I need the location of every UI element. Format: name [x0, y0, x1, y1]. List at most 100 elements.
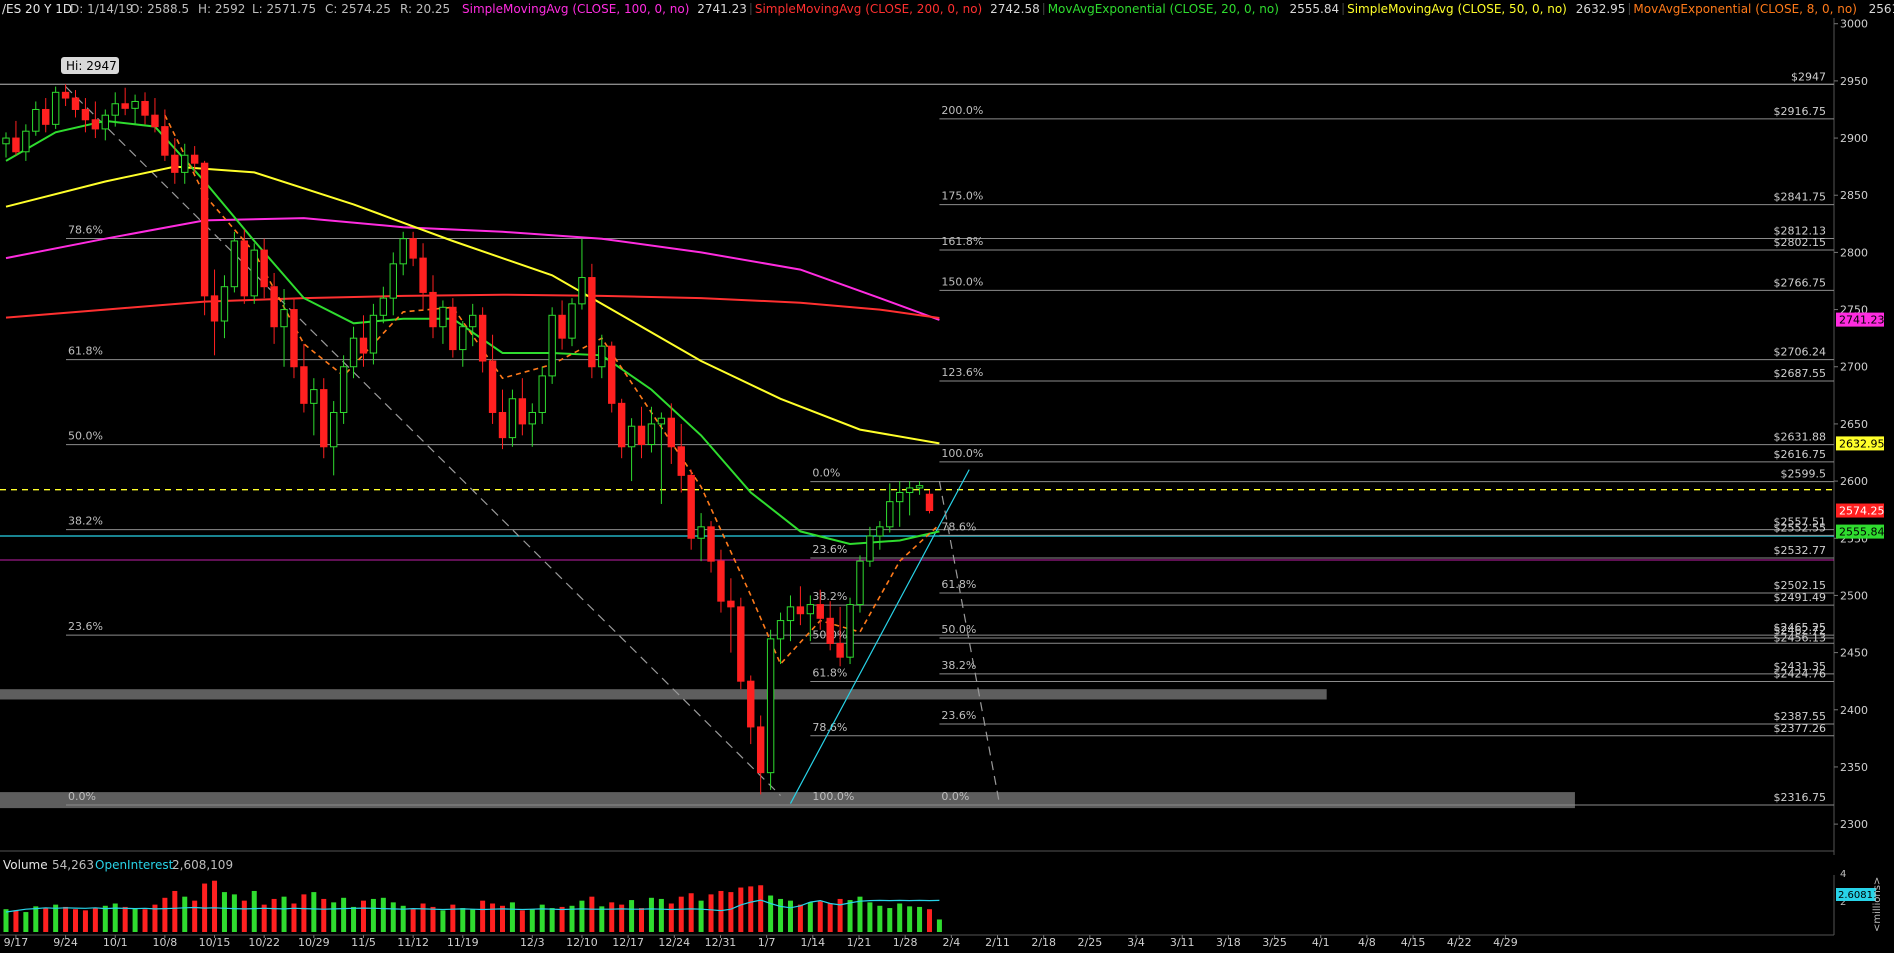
- candle-body: [280, 309, 288, 328]
- volume-bar: [778, 898, 784, 932]
- ma-line-ema8: [164, 114, 940, 666]
- volume-bar: [807, 902, 813, 932]
- level-price-label: $2316.75: [1774, 791, 1827, 804]
- candle: [598, 334, 606, 379]
- candle: [796, 586, 805, 626]
- price-tick-label: 2650: [1840, 418, 1868, 431]
- candle: [349, 326, 358, 379]
- candle: [409, 231, 417, 267]
- volume-bar: [331, 902, 337, 932]
- candle: [677, 423, 685, 493]
- candle: [687, 469, 695, 550]
- fib-level-label: 38.2%: [941, 659, 976, 672]
- fib-level-label: 23.6%: [812, 543, 847, 556]
- candle-body: [846, 604, 854, 658]
- candle-body: [270, 286, 278, 328]
- candle-body: [151, 114, 159, 128]
- price-tick-label: 2600: [1840, 475, 1868, 488]
- close-label: C: 2574.25: [325, 2, 391, 16]
- volume-bar: [827, 903, 833, 932]
- study-name: SimpleMovingAvg (CLOSE, 100, 0, no): [462, 2, 689, 16]
- candle: [876, 521, 884, 550]
- volume-bar: [122, 906, 128, 932]
- level-price-label: $2552.55: [1774, 521, 1827, 534]
- study-value: 2555.84: [1290, 2, 1340, 16]
- fib-level-label: 0.0%: [941, 790, 969, 803]
- symbol-label[interactable]: /ES 20 Y 1D: [2, 2, 72, 16]
- candle-body: [608, 345, 616, 404]
- high-label: H: 2592: [198, 2, 245, 16]
- price-tag: 2741.23: [1836, 312, 1885, 327]
- candle: [697, 513, 705, 562]
- volume-bar: [23, 912, 29, 932]
- stock-chart[interactable]: 78.6% 61.8% 50.0% 38.2% 23.6% 0.0% 0.0% 23.6% 38…: [0, 0, 1894, 953]
- level-price-label: $2766.75: [1774, 276, 1827, 289]
- price-tick-label: 2850: [1840, 189, 1868, 202]
- candle: [429, 275, 437, 339]
- fib-level-label: 175.0%: [941, 190, 983, 203]
- date-label: D: 1/14/19: [70, 2, 133, 16]
- volume-bar: [738, 887, 744, 932]
- candle: [747, 675, 755, 745]
- fib-level-label: 0.0%: [68, 790, 96, 803]
- candle-body: [81, 108, 90, 121]
- candle: [905, 481, 914, 516]
- candle: [61, 84, 70, 107]
- candle-body: [449, 306, 457, 351]
- candle-body: [61, 91, 70, 99]
- volume-bar: [43, 908, 49, 932]
- volume-bar: [251, 890, 257, 932]
- candle: [131, 94, 139, 125]
- candle: [240, 229, 249, 304]
- volume-bar: [708, 894, 714, 932]
- candle-body: [320, 389, 328, 448]
- candle: [588, 263, 596, 379]
- candle-body: [905, 487, 914, 494]
- candle-body: [876, 526, 884, 537]
- candle-body: [707, 526, 715, 562]
- candle-body: [717, 560, 725, 602]
- candle-body: [51, 91, 60, 125]
- candle: [22, 124, 30, 161]
- candle: [230, 231, 239, 293]
- candle-body: [200, 162, 209, 297]
- candle: [220, 275, 229, 339]
- candle-body: [181, 154, 189, 173]
- candle: [498, 389, 507, 450]
- candle-body: [240, 240, 249, 297]
- volume-value: 54,263: [52, 858, 94, 872]
- candle-body: [836, 642, 844, 658]
- volume-bar: [787, 900, 793, 932]
- candle: [766, 629, 775, 790]
- candle: [568, 298, 576, 347]
- volume-bar: [73, 909, 79, 932]
- date-axis: 9/17 9/24 10/1 10/8 10/15 10/22 10/29 11/5 11/12…: [4, 935, 1518, 949]
- candle: [538, 366, 546, 424]
- fib-level-label: 50.0%: [941, 623, 976, 636]
- volume-bar: [599, 906, 605, 932]
- candle-body: [349, 337, 358, 368]
- candle-body: [329, 411, 338, 448]
- candle-body: [111, 103, 119, 116]
- level-price-label: $2377.26: [1774, 722, 1827, 735]
- candle-body: [598, 345, 606, 368]
- candle-body: [826, 617, 834, 644]
- candle-body: [250, 249, 258, 297]
- candle: [558, 300, 566, 350]
- volume-bar: [341, 897, 347, 932]
- candle: [379, 286, 388, 324]
- volume-bar: [63, 906, 69, 932]
- fib-level-label: 38.2%: [68, 515, 103, 528]
- study-name: MovAvgExponential (CLOSE, 8, 0, no): [1633, 2, 1857, 16]
- candle: [320, 378, 328, 459]
- price-tick-label: 2900: [1840, 132, 1868, 145]
- volume-bar: [629, 900, 635, 932]
- level-price-label: $2532.77: [1774, 544, 1827, 557]
- candle: [339, 355, 348, 424]
- volume-bar: [430, 906, 436, 932]
- volume-bar: [182, 896, 188, 932]
- candle: [528, 403, 536, 447]
- volume-bar: [639, 908, 645, 932]
- study-legend: SimpleMovingAvg (CLOSE, 100, 0, no) 2741.…: [462, 2, 1894, 16]
- candle: [866, 526, 874, 567]
